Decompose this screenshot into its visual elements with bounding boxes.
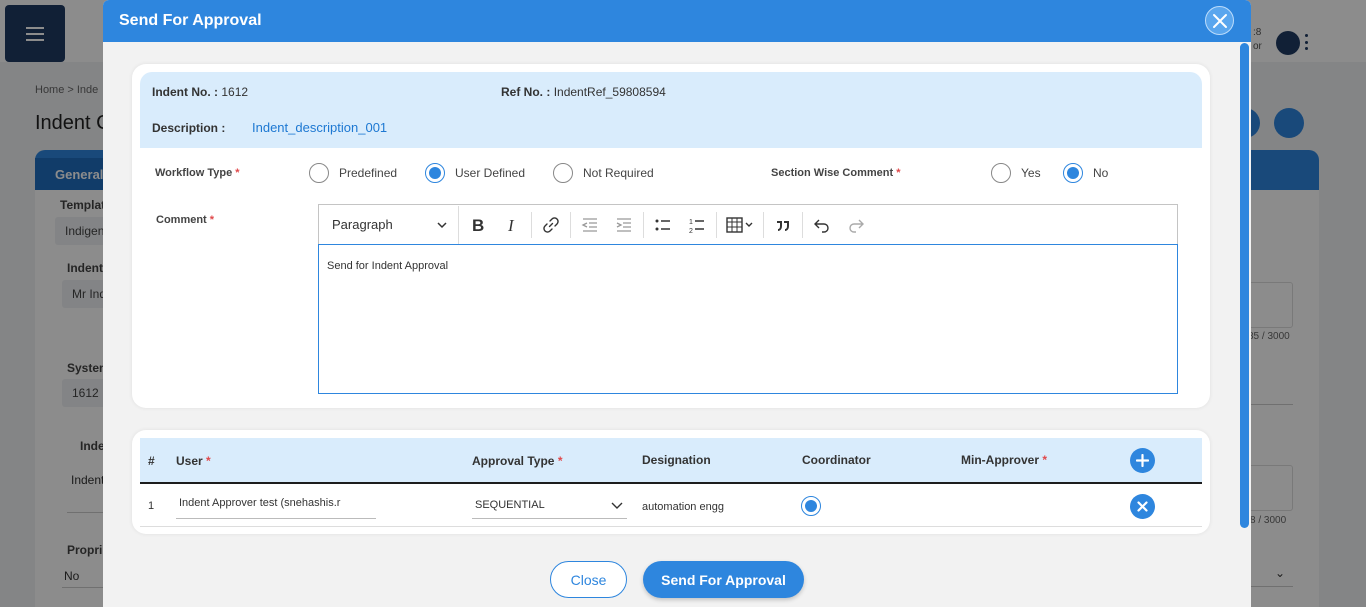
indent-no-label: Indent No. :	[152, 85, 218, 99]
send-for-approval-button[interactable]: Send For Approval	[643, 561, 804, 598]
radio-circle-selected[interactable]	[1063, 163, 1083, 183]
section-yes-radio[interactable]: Yes	[991, 163, 1041, 183]
blockquote-icon[interactable]	[766, 206, 800, 244]
close-button[interactable]: Close	[550, 561, 627, 598]
remove-approver-icon[interactable]	[1130, 494, 1155, 519]
italic-icon[interactable]: I	[495, 206, 529, 244]
ref-no-value: IndentRef_59808594	[553, 85, 666, 99]
user-input[interactable]: Indent Approver test (snehashis.r	[176, 497, 376, 519]
required-marker: *	[557, 454, 563, 468]
toolbar-divider	[716, 211, 717, 238]
approval-type-value: SEQUENTIAL	[475, 499, 545, 511]
ref-no-label: Ref No. :	[501, 85, 551, 99]
header-approval-type-text: Approval Type	[472, 454, 555, 468]
designation-value: automation engg	[642, 501, 724, 513]
header-user: User *	[176, 454, 211, 468]
undo-icon[interactable]	[805, 206, 839, 244]
approval-type-select[interactable]: SEQUENTIAL	[472, 497, 627, 519]
toolbar-divider	[802, 211, 803, 238]
send-for-approval-modal: Send For Approval Indent No. : 1612 Ref …	[103, 0, 1251, 607]
header-min-approver: Min-Approver *	[961, 453, 1047, 467]
ref-no: Ref No. : IndentRef_59808594	[501, 85, 666, 99]
numbered-list-icon[interactable]: 12	[680, 206, 714, 244]
modal-title: Send For Approval	[119, 12, 262, 29]
comment-label: Comment *	[156, 214, 214, 226]
header-min-approver-text: Min-Approver	[961, 453, 1039, 467]
table-icon[interactable]	[719, 206, 761, 244]
modal-header: Send For Approval	[103, 0, 1251, 42]
indent-no: Indent No. : 1612	[152, 85, 248, 99]
svg-text:I: I	[507, 216, 515, 234]
close-icon[interactable]	[1205, 6, 1234, 35]
indent-info-band: Indent No. : 1612 Ref No. : IndentRef_59…	[140, 72, 1202, 148]
indent-no-value: 1612	[221, 85, 249, 99]
description-value[interactable]: Indent_description_001	[252, 120, 387, 135]
toolbar-divider	[763, 211, 764, 238]
radio-circle[interactable]	[309, 163, 329, 183]
radio-label: Not Required	[583, 166, 654, 180]
paragraph-label: Paragraph	[332, 217, 393, 232]
outdent-icon[interactable]	[573, 206, 607, 244]
header-designation: Designation	[642, 453, 711, 467]
radio-label: No	[1093, 166, 1109, 180]
toolbar-divider	[570, 211, 571, 238]
indent-icon[interactable]	[607, 206, 641, 244]
section-no-radio[interactable]: No	[1063, 163, 1108, 183]
table-row: 1 Indent Approver test (snehashis.r SEQU…	[140, 485, 1202, 527]
editor-toolbar: Paragraph B I 1 2	[318, 204, 1178, 244]
radio-label: Predefined	[339, 166, 398, 180]
approvers-card: # User * Approval Type * Designation Coo…	[132, 430, 1210, 534]
row-num: 1	[148, 500, 155, 512]
bold-icon[interactable]: B	[459, 206, 495, 244]
toolbar-divider	[643, 211, 644, 238]
chevron-down-icon	[611, 502, 623, 509]
modal-body: Indent No. : 1612 Ref No. : IndentRef_59…	[103, 42, 1251, 607]
header-num: #	[148, 454, 155, 468]
section-wise-text: Section Wise Comment	[771, 167, 894, 179]
coordinator-radio[interactable]	[801, 496, 821, 516]
paragraph-dropdown[interactable]: Paragraph	[319, 205, 459, 244]
header-coordinator: Coordinator	[802, 453, 871, 467]
comment-editor[interactable]: Send for Indent Approval	[318, 244, 1178, 394]
required-marker: *	[1042, 453, 1048, 467]
workflow-predefined-radio[interactable]: Predefined	[309, 163, 397, 183]
modal-scrollbar[interactable]	[1240, 43, 1249, 528]
required-marker: *	[896, 167, 901, 179]
description-label: Description :	[152, 121, 226, 135]
required-marker: *	[209, 214, 215, 226]
header-user-text: User	[176, 454, 203, 468]
add-approver-icon[interactable]	[1130, 448, 1155, 473]
workflow-user-defined-radio[interactable]: User Defined	[425, 163, 525, 183]
required-marker: *	[206, 454, 211, 468]
toolbar-divider	[531, 211, 532, 238]
svg-text:2: 2	[689, 228, 693, 234]
radio-label: Yes	[1021, 166, 1041, 180]
workflow-not-required-radio[interactable]: Not Required	[553, 163, 654, 183]
radio-circle[interactable]	[553, 163, 573, 183]
redo-icon[interactable]	[839, 206, 873, 244]
required-marker: *	[235, 167, 240, 179]
workflow-type-label: Workflow Type *	[155, 167, 240, 179]
comment-text: Comment	[156, 214, 207, 226]
link-icon[interactable]	[534, 206, 568, 244]
approvers-table-header: # User * Approval Type * Designation Coo…	[140, 438, 1202, 484]
radio-circle[interactable]	[991, 163, 1011, 183]
bullet-list-icon[interactable]	[646, 206, 680, 244]
header-approval-type: Approval Type *	[472, 454, 562, 468]
section-wise-comment-label: Section Wise Comment *	[771, 167, 901, 179]
svg-text:B: B	[472, 216, 484, 234]
radio-circle-selected[interactable]	[425, 163, 445, 183]
radio-label: User Defined	[455, 166, 526, 180]
workflow-type-text: Workflow Type	[155, 167, 233, 179]
chevron-down-icon	[437, 221, 447, 228]
approval-details-card: Indent No. : 1612 Ref No. : IndentRef_59…	[132, 64, 1210, 408]
svg-text:1: 1	[689, 219, 693, 226]
